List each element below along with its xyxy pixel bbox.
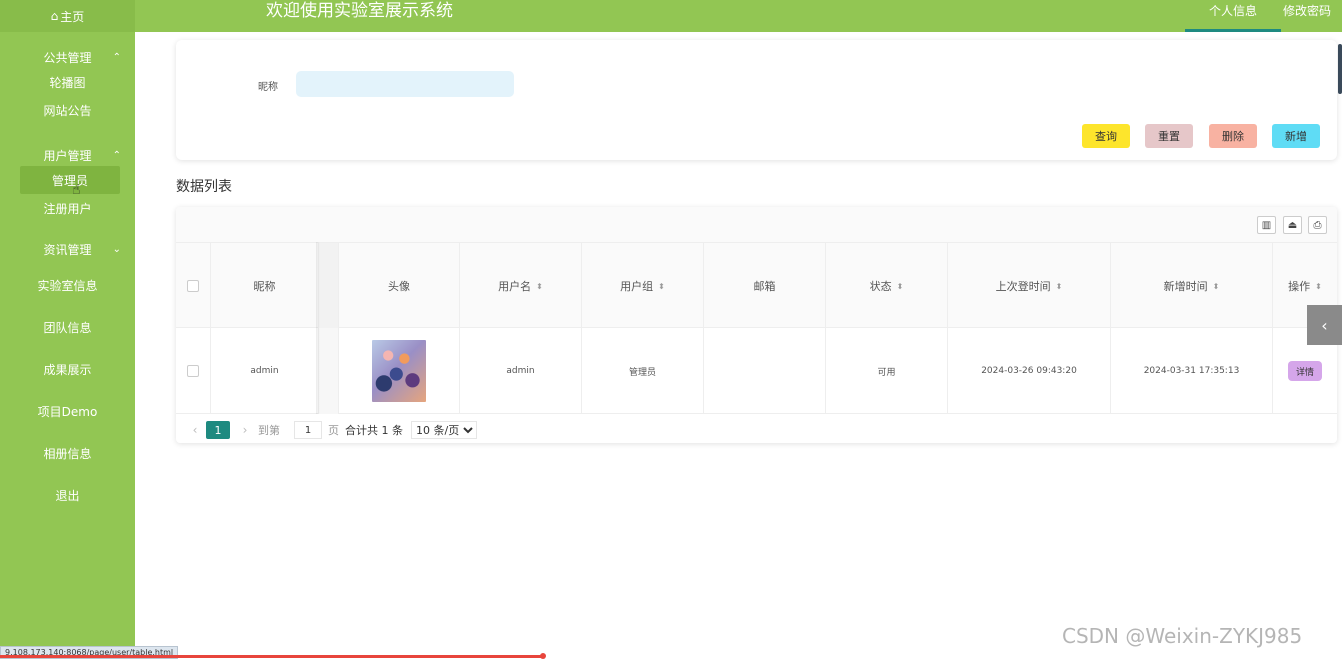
column-header-created[interactable]: 新增时间 ⬍ [1111,243,1273,329]
cell-nickname: admin [211,328,319,414]
sidebar-group-users-label: 用户管理 [43,148,92,163]
avatar[interactable] [372,340,426,402]
chevron-up-icon: ⌃ [112,149,121,161]
search-panel: 昵称 查询 重置 删除 新增 [176,40,1337,160]
sidebar-item-logout[interactable]: 退出 [0,474,135,516]
delete-button[interactable]: 删除 [1209,124,1257,148]
nickname-label: 昵称 [258,82,278,93]
column-header-email: 邮箱 [704,243,826,329]
table-toolbar: ▥ ⏏ ⎙ [176,207,1337,242]
cell-status: 可用 [826,328,948,414]
column-group-label: 用户组 [620,280,654,293]
column-header-nickname: 昵称 [211,243,319,329]
watermark: CSDN @Weixin-ZYKJ985 [1062,624,1303,648]
column-status-label: 状态 [869,280,892,293]
sort-icon[interactable]: ⬍ [1056,282,1063,291]
home-icon: ⌂ [50,9,59,23]
cell-created: 2024-03-31 17:35:13 [1111,328,1273,414]
column-created-label: 新增时间 [1163,280,1208,293]
pagination: ‹ 1 › 到第 页 合计共 1 条 10 条/页 [188,420,477,440]
sort-icon[interactable]: ⬍ [536,282,543,291]
top-header: 欢迎使用实验室展示系统 个人信息 修改密码 [135,0,1342,32]
change-password-link[interactable]: 修改密码 [1267,0,1342,32]
cell-last-login: 2024-03-26 09:43:20 [948,328,1111,414]
sort-icon[interactable]: ⬍ [897,282,904,291]
export-icon[interactable]: ⏏ [1283,216,1302,234]
list-title: 数据列表 [176,179,232,195]
sidebar-item-admin[interactable]: 管理员 [20,166,120,194]
column-last-login-label: 上次登时间 [995,280,1051,293]
sidebar-group-public-label: 公共管理 [43,50,92,65]
goto-page-input[interactable] [294,421,322,439]
column-avatar-label: 头像 [388,280,410,293]
sidebar-item-project-demo[interactable]: 项目Demo [0,390,135,432]
chevron-left-icon: ‹ [1321,315,1328,335]
column-actions-label: 操作 [1288,280,1311,293]
sidebar-item-team-info[interactable]: 团队信息 [0,306,135,348]
select-all-checkbox[interactable] [187,280,199,292]
sort-icon[interactable]: ⬍ [1315,282,1322,291]
page-suffix-label: 页 [328,424,339,437]
sidebar-home-label: 主页 [60,9,85,24]
cell-email [704,328,826,414]
column-nickname-label: 昵称 [253,280,276,293]
header-checkbox-cell [176,243,211,329]
table-header: 昵称 头像 用户名 ⬍ 用户组 ⬍ 邮箱 状态 ⬍ 上次登时间 ⬍ 新增时间 ⬍ [176,242,1337,329]
nickname-input[interactable] [296,71,514,97]
loading-progress-bar [0,655,545,658]
data-table: ▥ ⏏ ⎙ 昵称 头像 用户名 ⬍ 用户组 ⬍ 邮箱 状态 ⬍ 上次登时间 ⬍ … [176,207,1337,443]
cell-group: 管理员 [582,328,704,414]
search-button[interactable]: 查询 [1082,124,1130,148]
table-row: admin admin 管理员 可用 2024-03-26 09:43:20 2… [176,328,1337,414]
chevron-up-icon: ⌃ [112,51,121,63]
sort-icon[interactable]: ⬍ [1213,282,1220,291]
sidebar-item-achievements[interactable]: 成果展示 [0,348,135,390]
page-size-select[interactable]: 10 条/页 [411,421,477,439]
column-header-username[interactable]: 用户名 ⬍ [460,243,582,329]
sidebar-group-news-label: 资讯管理 [43,242,92,257]
fixed-column-shadow [316,242,320,414]
sidebar-item-album[interactable]: 相册信息 [0,432,135,474]
scrollbar[interactable] [1338,44,1342,94]
mouse-cursor-icon: ☝ [72,182,81,198]
column-spacer [319,243,339,329]
row-checkbox[interactable] [187,365,199,377]
print-icon[interactable]: ⎙ [1308,216,1327,234]
collapse-panel-button[interactable]: ‹ [1307,305,1342,345]
cell-spacer [319,328,339,414]
app-title: 欢迎使用实验室展示系统 [266,1,453,21]
column-header-status[interactable]: 状态 ⬍ [826,243,948,329]
reset-button[interactable]: 重置 [1145,124,1193,148]
cell-username: admin [460,328,582,414]
sidebar-item-carousel[interactable]: 轮播图 [0,68,135,96]
total-count: 合计共 1 条 [345,424,403,437]
row-checkbox-cell [176,328,211,414]
cell-avatar [339,328,460,414]
column-email-label: 邮箱 [753,280,776,293]
column-header-group[interactable]: 用户组 ⬍ [582,243,704,329]
loading-progress-dot [540,653,546,659]
goto-label: 到第 [258,424,280,437]
sidebar-item-registered-users[interactable]: 注册用户 [0,194,135,222]
sidebar-group-users[interactable]: 用户管理 ⌃ [0,144,135,166]
sidebar-group-public[interactable]: 公共管理 ⌃ [0,46,135,68]
add-button[interactable]: 新增 [1272,124,1320,148]
sidebar-group-news[interactable]: 资讯管理 ⌄ [0,234,135,264]
page-number-current[interactable]: 1 [206,421,230,439]
detail-button[interactable]: 详情 [1287,361,1322,381]
prev-page-icon[interactable]: ‹ [188,423,202,437]
column-username-label: 用户名 [498,280,532,293]
chevron-down-icon: ⌄ [112,243,121,255]
sort-icon[interactable]: ⬍ [658,282,665,291]
sidebar: ⌂ 主页 公共管理 ⌃ 轮播图 网站公告 用户管理 ⌃ 管理员 注册用户 资讯管… [0,0,135,659]
column-header-avatar: 头像 [339,243,460,329]
next-page-icon[interactable]: › [238,423,252,437]
sidebar-home[interactable]: ⌂ 主页 [0,0,135,32]
sidebar-item-lab-info[interactable]: 实验室信息 [0,264,135,306]
column-header-last-login[interactable]: 上次登时间 ⬍ [948,243,1111,329]
columns-filter-icon[interactable]: ▥ [1257,216,1276,234]
sidebar-item-announcement[interactable]: 网站公告 [0,96,135,124]
